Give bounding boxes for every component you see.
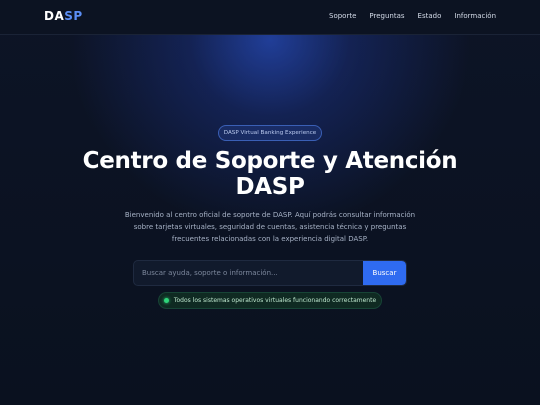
logo-main-text: DA [44,9,65,23]
system-status-badge: Todos los sistemas operativos virtuales … [158,292,382,309]
nav-link-preguntas[interactable]: Preguntas [369,12,404,20]
search-bar: Buscar [133,260,407,286]
page: DASP Soporte Preguntas Estado Informació… [0,0,540,405]
nav-links: Soporte Preguntas Estado Información [329,12,496,20]
status-text: Todos los sistemas operativos virtuales … [173,297,377,304]
top-navbar: DASP Soporte Preguntas Estado Informació… [0,0,540,35]
brand-logo[interactable]: DASP [44,9,83,23]
page-title: Centro de Soporte y Atención DASP [60,148,480,200]
hero-badge: DASP Virtual Banking Experience [218,125,322,141]
search-input[interactable] [134,261,364,285]
nav-link-soporte[interactable]: Soporte [329,12,356,20]
nav-link-informacion[interactable]: Información [454,12,496,20]
title-line-2: DASP [235,174,305,200]
hero-description: Bienvenido al centro oficial de soporte … [124,211,416,243]
search-button[interactable]: Buscar [363,261,406,285]
nav-link-estado[interactable]: Estado [418,12,442,20]
logo-accent-text: SP [64,9,83,23]
title-line-1: Centro de Soporte y Atención [82,148,458,174]
status-dot-icon [163,298,169,303]
